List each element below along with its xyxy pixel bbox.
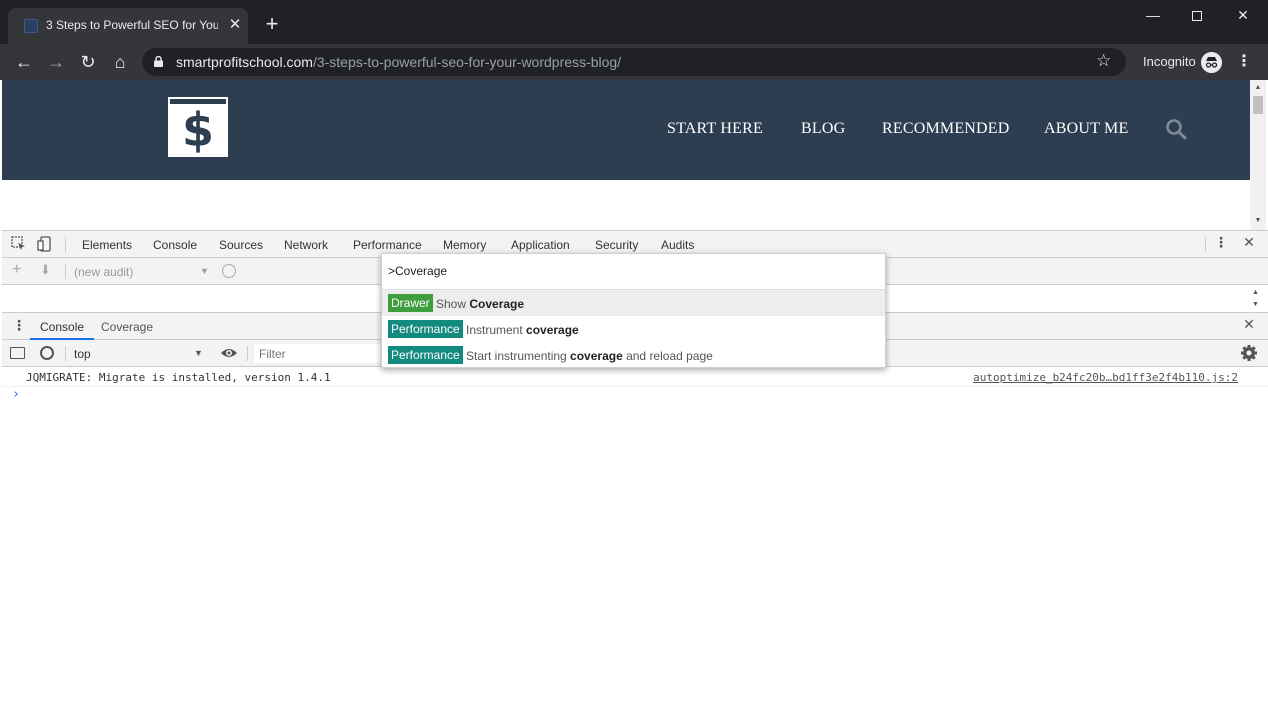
page-scrollbar[interactable]: ▲ ▼ (1250, 80, 1266, 230)
command-item-label-pre: Instrument (466, 323, 527, 337)
url-path: /3-steps-to-powerful-seo-for-your-wordpr… (312, 54, 622, 70)
url-domain: smartprofitschool.com (176, 54, 313, 70)
tab-network[interactable]: Network (284, 238, 328, 252)
device-toolbar-icon[interactable] (37, 236, 53, 252)
browser-titlebar: 3 Steps to Powerful SEO for Your ✕ + — ✕ (0, 0, 1268, 44)
home-icon[interactable]: ⌂ (108, 50, 132, 74)
clear-console-icon[interactable] (40, 346, 54, 360)
console-prompt-icon[interactable]: › (12, 387, 20, 402)
drawer-tab-coverage[interactable]: Coverage (92, 313, 162, 340)
incognito-icon[interactable] (1201, 52, 1222, 73)
scroll-up-icon[interactable]: ▲ (1252, 289, 1259, 296)
bookmark-star-icon[interactable]: ☆ (1096, 51, 1111, 71)
address-bar[interactable]: smartprofitschool.com/3-steps-to-powerfu… (142, 48, 1126, 76)
chevron-down-icon: ▼ (194, 348, 203, 358)
command-item-label-pre: Start instrumenting (466, 349, 571, 363)
browser-menu-icon[interactable]: ⋮ (1236, 52, 1252, 74)
tab-application[interactable]: Application (511, 238, 570, 252)
nav-about-me[interactable]: ABOUT ME (1044, 120, 1128, 138)
incognito-label: Incognito (1143, 54, 1196, 69)
drawer-close-icon[interactable]: ✕ (1242, 316, 1256, 336)
command-item-instrument-coverage[interactable]: Performance Instrument coverage (382, 316, 885, 342)
console-message-text: JQMIGRATE: Migrate is installed, version… (26, 371, 331, 384)
site-header: $ START HERE BLOG RECOMMENDED ABOUT ME (2, 80, 1250, 180)
scroll-thumb[interactable] (1253, 96, 1263, 114)
command-item-label: Start instrumenting coverage and reload … (466, 349, 713, 363)
chevron-down-icon: ▼ (200, 266, 209, 276)
tab-title: 3 Steps to Powerful SEO for Your (46, 18, 218, 32)
tab-performance[interactable]: Performance (353, 238, 422, 252)
toolbar-divider (65, 237, 66, 252)
console-output: JQMIGRATE: Migrate is installed, version… (2, 367, 1268, 714)
tab-sources[interactable]: Sources (219, 238, 263, 252)
back-arrow-icon[interactable]: ← (12, 50, 36, 74)
command-item-label: Instrument coverage (466, 323, 579, 337)
window-close-button[interactable]: ✕ (1220, 4, 1266, 26)
command-menu-input[interactable]: >Coverage (388, 264, 447, 278)
nav-start-here[interactable]: START HERE (667, 120, 763, 138)
filter-input[interactable] (254, 344, 394, 363)
drawer-menu-icon[interactable]: ⋮ (12, 317, 26, 334)
window-maximize-button[interactable] (1174, 4, 1220, 26)
url-text: smartprofitschool.com/3-steps-to-powerfu… (176, 54, 621, 70)
browser-toolbar: ← → ↻ ⌂ smartprofitschool.com/3-steps-to… (0, 44, 1268, 80)
download-icon[interactable]: ⬇ (40, 262, 51, 278)
new-tab-button[interactable]: + (260, 13, 284, 37)
dollar-icon: $ (181, 103, 214, 157)
audit-select[interactable]: (new audit) (74, 265, 133, 279)
scroll-up-icon[interactable]: ▲ (1253, 83, 1263, 93)
gear-icon[interactable] (1240, 344, 1258, 362)
devtools-more-icon[interactable]: ⋮ (1214, 234, 1228, 254)
command-category-badge: Performance (388, 346, 463, 364)
inspect-element-icon[interactable] (11, 236, 27, 252)
console-message-source-link[interactable]: autoptimize_b24fc20b…bd1ff3e2f4b110.js:2 (973, 371, 1238, 384)
command-menu: >Coverage Drawer Show Coverage Performan… (381, 253, 886, 368)
tab-security[interactable]: Security (595, 238, 638, 252)
command-category-badge: Drawer (388, 294, 433, 312)
maximize-icon (1192, 11, 1202, 22)
browser-tab[interactable]: 3 Steps to Powerful SEO for Your ✕ (8, 8, 248, 44)
page-viewport: $ START HERE BLOG RECOMMENDED ABOUT ME (2, 80, 1250, 230)
reload-icon[interactable]: ↻ (76, 50, 100, 74)
tab-console[interactable]: Console (153, 238, 197, 252)
toolbar-divider (247, 346, 248, 361)
nav-recommended[interactable]: RECOMMENDED (882, 120, 1010, 138)
window-minimize-button[interactable]: — (1130, 4, 1176, 26)
command-item-label-pre: Show (436, 297, 470, 311)
command-item-start-instrumenting-coverage[interactable]: Performance Start instrumenting coverage… (382, 342, 885, 368)
tab-audits[interactable]: Audits (661, 238, 694, 252)
clear-audits-icon[interactable] (222, 264, 236, 278)
toolbar-divider (65, 346, 66, 361)
command-item-label: Show Coverage (436, 297, 524, 311)
context-select[interactable]: top (74, 347, 91, 361)
tab-memory[interactable]: Memory (443, 238, 486, 252)
console-message: JQMIGRATE: Migrate is installed, version… (2, 367, 1268, 387)
scroll-down-icon[interactable]: ▼ (1252, 301, 1259, 308)
command-item-label-post: and reload page (622, 349, 713, 363)
scroll-down-icon[interactable]: ▼ (1253, 216, 1263, 226)
toolbar-divider (1205, 237, 1206, 252)
tab-elements[interactable]: Elements (82, 238, 132, 252)
command-item-show-coverage[interactable]: Drawer Show Coverage (382, 290, 885, 316)
console-sidebar-icon[interactable] (10, 347, 25, 359)
drawer-tab-console[interactable]: Console (30, 313, 95, 340)
forward-arrow-icon[interactable]: → (44, 50, 68, 74)
tab-close-icon[interactable]: ✕ (226, 15, 244, 35)
devtools-close-icon[interactable]: ✕ (1242, 234, 1256, 254)
command-item-label-match: Coverage (469, 297, 525, 311)
nav-blog[interactable]: BLOG (801, 120, 845, 138)
command-item-label-match: coverage (526, 323, 579, 337)
page-favicon-icon (24, 19, 38, 33)
command-item-label-match: coverage (570, 349, 623, 363)
lock-icon (154, 56, 163, 67)
site-logo[interactable]: $ (168, 97, 228, 157)
eye-icon[interactable] (220, 346, 238, 360)
command-category-badge: Performance (388, 320, 463, 338)
add-audit-icon[interactable]: + (12, 261, 21, 279)
search-icon[interactable] (1165, 118, 1187, 140)
toolbar-divider (65, 264, 66, 279)
